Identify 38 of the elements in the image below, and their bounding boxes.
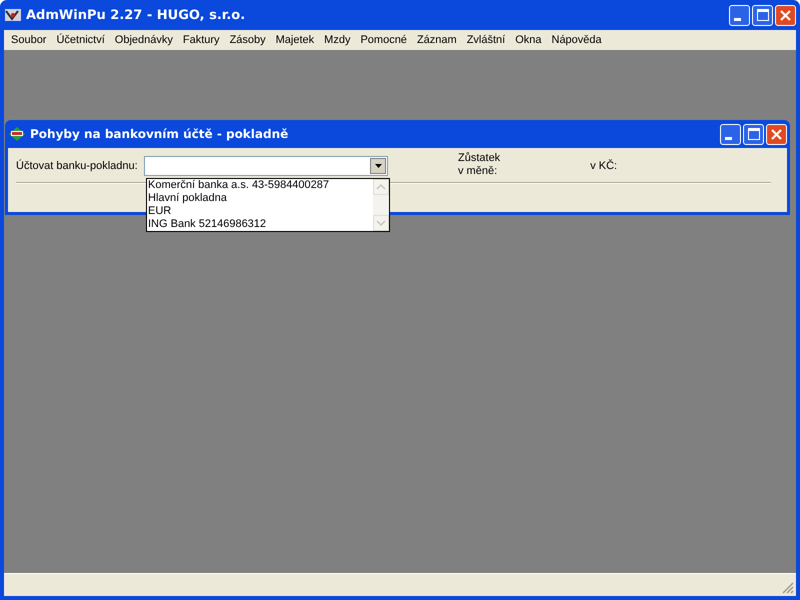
minimize-button[interactable] xyxy=(720,124,741,144)
menu-item[interactable]: Pomocné xyxy=(355,34,412,46)
resize-grip-icon xyxy=(782,582,794,594)
maximize-button[interactable] xyxy=(752,4,773,26)
menu-item[interactable]: Faktury xyxy=(178,34,225,46)
close-icon xyxy=(780,10,791,20)
menu-item[interactable]: Soubor xyxy=(6,34,52,46)
app-icon xyxy=(4,7,22,23)
currency-label: v KČ: xyxy=(590,160,618,172)
menu-item[interactable]: Objednávky xyxy=(110,34,178,46)
window-title: AdmWinPu 2.27 - HUGO, s.r.o. xyxy=(26,8,246,22)
minimize-icon xyxy=(734,18,741,20)
menu-item[interactable]: Zásoby xyxy=(224,34,271,46)
menu-item[interactable]: Majetek xyxy=(270,34,320,46)
close-button[interactable] xyxy=(775,4,796,26)
menu-item[interactable]: Okna xyxy=(510,34,546,46)
close-button[interactable] xyxy=(766,124,787,144)
menu-item[interactable]: Nápověda xyxy=(546,34,607,46)
dropdown-option[interactable]: ING Bank 52146986312 xyxy=(148,218,373,231)
menu-item[interactable]: Účetnictví xyxy=(51,34,110,46)
maximize-button[interactable] xyxy=(743,124,764,144)
caret-icon xyxy=(374,164,382,168)
balance-label: Zůstatek v měně: xyxy=(458,152,500,178)
dropdown-field[interactable] xyxy=(144,156,388,176)
menu-item[interactable]: Mzdy xyxy=(319,34,356,46)
close-icon xyxy=(771,128,782,140)
menu-item[interactable]: Záznam xyxy=(412,34,462,46)
maximize-icon xyxy=(748,128,760,140)
app-icon xyxy=(8,126,26,142)
dropdown-option[interactable]: EUR xyxy=(148,205,373,218)
minimize-button[interactable] xyxy=(729,4,750,26)
minimize-icon xyxy=(725,136,732,140)
maximize-icon xyxy=(756,9,768,21)
window-title: Pohyby na bankovním účtě - pokladně xyxy=(30,127,290,141)
dropdown-option[interactable]: Komerční banka a.s. 43-5984400287 xyxy=(148,179,373,192)
dropdown-option[interactable]: Hlavní pokladna xyxy=(148,192,373,205)
field-label: Účtovat banku-pokladnu: xyxy=(16,160,139,172)
menu-item[interactable]: Zvláštní xyxy=(462,34,510,46)
